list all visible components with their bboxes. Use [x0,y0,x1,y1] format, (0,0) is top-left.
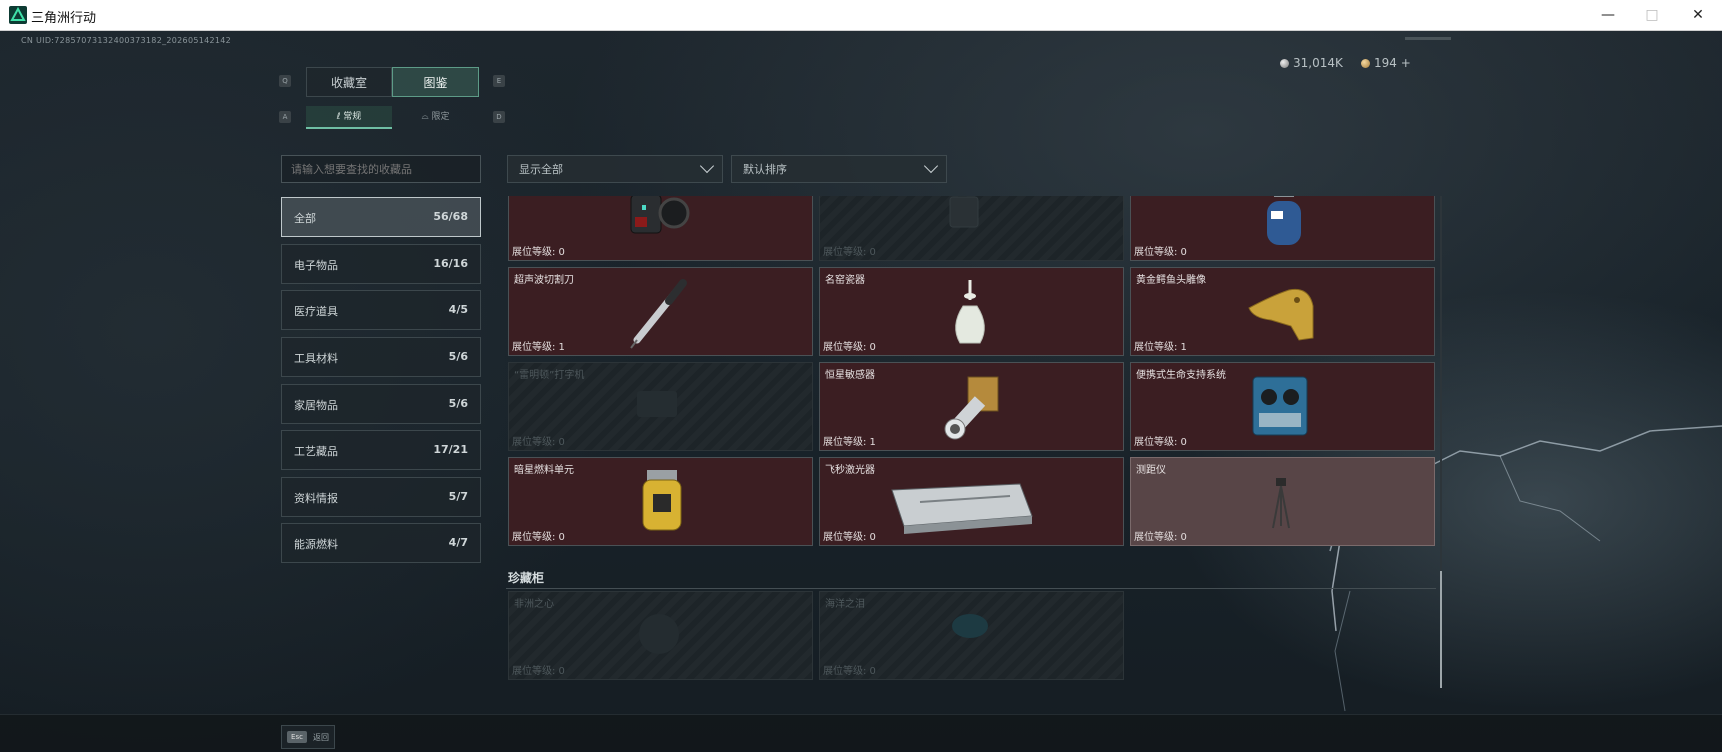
category-electronics[interactable]: 电子物品 16/16 [281,244,481,284]
treasure-cabinet-title: 珍藏柜 [508,571,545,585]
collection-card[interactable]: 便携式生命支持系统 展位等级: 0 [1130,362,1435,451]
top-decoration-bar [1405,37,1451,40]
collection-card[interactable]: 飞秒激光器 展位等级: 0 [819,457,1124,546]
category-all[interactable]: 全部 56/68 [281,197,481,237]
collection-card[interactable]: 名窑瓷器 展位等级: 0 [819,267,1124,356]
filter-show-dropdown[interactable]: 显示全部 [507,155,723,183]
chevron-down-icon [699,158,715,174]
collection-card[interactable]: 海洋之泪 展位等级: 0 [819,591,1124,680]
app-logo-icon [9,6,27,24]
bottom-bar [0,714,1722,752]
key-hint-a: A [279,111,291,123]
esc-key-hint: Esc [287,731,307,743]
category-tools[interactable]: 工具材料 5/6 [281,337,481,377]
silver-currency: 31,014K [1280,56,1343,70]
back-button[interactable]: Esc 返回 [281,725,335,749]
collection-card[interactable]: 暗星燃料单元 展位等级: 0 [508,457,813,546]
category-medical[interactable]: 医疗道具 4/5 [281,290,481,330]
category-crafts[interactable]: 工艺藏品 17/21 [281,430,481,470]
subtab-limited[interactable]: ⌓ 限定 [392,106,479,129]
user-uid: CN UID:7285707313240037318​2_20260514214… [21,36,232,45]
collection-card[interactable]: 非洲之心 展位等级: 0 [508,591,813,680]
key-hint-d: D [493,111,505,123]
collection-card[interactable]: 测距仪 展位等级: 0 [1130,457,1435,546]
subtab-regular[interactable]: ℓ 常规 [306,106,392,129]
tab-catalog[interactable]: 图鉴 [392,67,479,97]
back-label: 返回 [313,733,329,742]
close-button[interactable]: ✕ [1675,0,1721,31]
gold-currency[interactable]: 194 + [1361,56,1411,70]
key-hint-q: Q [279,75,291,87]
maximize-button[interactable]: □ [1629,0,1675,31]
minimize-button[interactable]: — [1585,0,1631,31]
collection-grid: 展位等级: 0 展位等级: 0 展位等级: 0 超声波切割刀 展位等级: 1 名… [506,196,1441,688]
category-household[interactable]: 家居物品 5/6 [281,384,481,424]
window-title: 三角洲行动 [31,11,97,26]
silver-coin-icon [1280,59,1289,68]
collection-card[interactable]: 展位等级: 0 [1130,196,1435,261]
gold-coin-icon [1361,59,1370,68]
collection-card[interactable]: 展位等级: 0 [819,196,1124,261]
collection-card[interactable]: “雷明顿”打字机 展位等级: 0 [508,362,813,451]
game-viewport: CN UID:7285707313240037318​2_20260514214… [0,31,1722,752]
limited-icon: ⌓ [421,112,432,122]
collection-card[interactable]: 恒星敏感器 展位等级: 1 [819,362,1124,451]
section-divider [506,588,1436,589]
tab-collection-room[interactable]: 收藏室 [306,67,392,97]
collection-card[interactable]: 超声波切割刀 展位等级: 1 [508,267,813,356]
collection-card[interactable]: 展位等级: 0 [508,196,813,261]
category-energy[interactable]: 能源燃料 4/7 [281,523,481,563]
category-intel[interactable]: 资料情报 5/7 [281,477,481,517]
collection-search-input[interactable] [281,155,481,183]
sort-dropdown[interactable]: 默认排序 [731,155,947,183]
grid-scrollbar-thumb[interactable] [1440,571,1442,688]
window-titlebar: 三角洲行动 — □ ✕ [0,0,1722,31]
key-hint-e: E [493,75,505,87]
collection-card[interactable]: 黄金鳄鱼头雕像 展位等级: 1 [1130,267,1435,356]
chevron-down-icon [923,158,939,174]
